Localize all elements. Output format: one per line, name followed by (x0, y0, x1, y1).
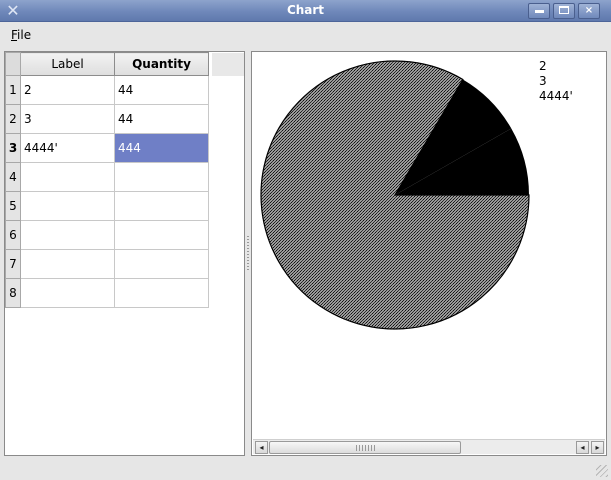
table-row: 2 3 44 (5, 104, 209, 134)
arrow-right-icon: ▸ (595, 443, 600, 452)
quantity-cell[interactable]: 44 (114, 104, 209, 134)
quantity-cell[interactable] (114, 278, 209, 308)
resize-grip-icon[interactable] (596, 465, 608, 477)
column-header-label[interactable]: Label (20, 52, 115, 76)
close-button[interactable]: × (578, 3, 600, 19)
quantity-cell[interactable] (114, 249, 209, 279)
arrow-left-icon: ◂ (259, 443, 264, 452)
thumb-grip-icon (356, 445, 376, 451)
arrow-left-icon: ◂ (580, 443, 585, 452)
label-cell[interactable] (20, 162, 115, 192)
quantity-cell[interactable] (114, 220, 209, 250)
data-table: Label Quantity 1 2 44 2 3 44 3 4444' 444… (5, 52, 209, 308)
table-corner[interactable] (5, 52, 21, 76)
minimize-button[interactable] (528, 3, 550, 19)
label-cell[interactable] (20, 249, 115, 279)
row-header[interactable]: 5 (5, 191, 21, 221)
label-cell[interactable] (20, 220, 115, 250)
table-row: 4 (5, 162, 209, 192)
scroll-left-button-2[interactable]: ◂ (576, 441, 589, 454)
quantity-cell[interactable] (114, 191, 209, 221)
label-cell[interactable] (20, 278, 115, 308)
row-header[interactable]: 1 (5, 75, 21, 105)
maximize-icon (559, 6, 569, 14)
label-cell[interactable] (20, 191, 115, 221)
scroll-right-button[interactable]: ▸ (591, 441, 604, 454)
horizontal-scrollbar[interactable]: ◂ ◂ ▸ (253, 439, 605, 454)
close-icon: × (584, 5, 594, 16)
legend-item: 2 (539, 59, 547, 73)
legend-item: 4444' (539, 89, 573, 103)
chart-panel: 2 3 4444' ◂ ◂ ▸ (251, 51, 607, 456)
chart-legend: 2 3 4444' (539, 59, 573, 104)
quantity-cell-selected[interactable]: 444 (114, 133, 209, 163)
row-header[interactable]: 3 (5, 133, 21, 163)
quantity-cell[interactable] (114, 162, 209, 192)
title-bar: ✕ Chart × (0, 0, 611, 22)
label-cell[interactable]: 4444' (20, 133, 115, 163)
minimize-icon (534, 9, 544, 13)
maximize-button[interactable] (553, 3, 575, 19)
menu-file-label: ile (17, 28, 32, 42)
table-row: 3 4444' 444 (5, 133, 209, 163)
menu-bar: File (0, 23, 611, 47)
table-row: 8 (5, 278, 209, 308)
splitter-grip-icon (247, 236, 249, 270)
row-header[interactable]: 4 (5, 162, 21, 192)
status-bar (0, 458, 611, 480)
table-row: 1 2 44 (5, 75, 209, 105)
scrollbar-thumb[interactable] (269, 441, 461, 454)
label-cell[interactable]: 3 (20, 104, 115, 134)
quantity-cell[interactable]: 44 (114, 75, 209, 105)
menu-file[interactable]: File (7, 27, 35, 43)
pie-chart (260, 60, 530, 330)
table-row: 5 (5, 191, 209, 221)
pie-slices (260, 60, 530, 330)
table-row: 6 (5, 220, 209, 250)
table-header-filler (212, 53, 244, 76)
row-header[interactable]: 2 (5, 104, 21, 134)
column-header-quantity[interactable]: Quantity (114, 52, 209, 76)
legend-item: 3 (539, 74, 547, 88)
label-cell[interactable]: 2 (20, 75, 115, 105)
scroll-left-button[interactable]: ◂ (255, 441, 268, 454)
row-header[interactable]: 6 (5, 220, 21, 250)
row-header[interactable]: 8 (5, 278, 21, 308)
table-row: 7 (5, 249, 209, 279)
data-table-panel: Label Quantity 1 2 44 2 3 44 3 4444' 444… (4, 51, 245, 456)
window-title: Chart (286, 3, 325, 17)
row-header[interactable]: 7 (5, 249, 21, 279)
